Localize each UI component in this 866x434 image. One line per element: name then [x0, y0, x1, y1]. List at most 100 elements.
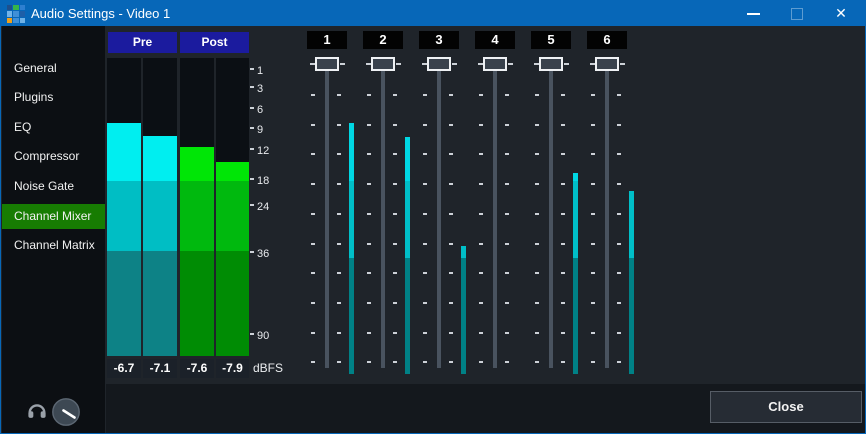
channel-tick — [393, 302, 397, 304]
meter-value: -7.9 — [216, 359, 249, 378]
sidebar-item-channel-mixer[interactable]: Channel Mixer — [2, 204, 105, 229]
channel-tick — [449, 243, 453, 245]
channel-tick — [367, 153, 371, 155]
channel-slider-track-5[interactable] — [549, 64, 553, 368]
channel-tick — [367, 94, 371, 96]
channel-tick — [423, 302, 427, 304]
channel-slider-track-1[interactable] — [325, 64, 329, 368]
slider-handle-dash — [396, 63, 401, 65]
scale-tick — [250, 204, 254, 206]
channel-tick — [367, 302, 371, 304]
maximize-button — [777, 1, 817, 26]
channel-tick — [449, 213, 453, 215]
sidebar-item-noise-gate[interactable]: Noise Gate — [2, 174, 105, 199]
app-icon-square — [13, 18, 18, 23]
scale-label: 1 — [257, 66, 263, 77]
scale-label: 12 — [257, 146, 269, 157]
channel-tick — [393, 332, 397, 334]
channel-slider-handle-1[interactable] — [315, 57, 339, 71]
channel-tick — [561, 213, 565, 215]
channel-slider-track-6[interactable] — [605, 64, 609, 368]
channel-slider-handle-4[interactable] — [483, 57, 507, 71]
channel-slider-handle-6[interactable] — [595, 57, 619, 71]
channel-slider-handle-3[interactable] — [427, 57, 451, 71]
channel-tick — [337, 124, 341, 126]
channel-tick — [449, 361, 453, 363]
minimize-button[interactable] — [733, 1, 773, 26]
channel-tick — [311, 183, 315, 185]
channel-tick — [591, 94, 595, 96]
channel-tick — [423, 124, 427, 126]
meter-bar-segment — [107, 123, 141, 181]
channel-tick — [591, 332, 595, 334]
audio-settings-window: Audio Settings - Video 1 ✕ GeneralPlugin… — [0, 0, 866, 434]
sidebar: General Plugins EQ Compressor Noise Gate Chan… — [2, 26, 105, 434]
channel-tick — [311, 213, 315, 215]
channel-meter-1 — [349, 123, 354, 181]
channel-tick — [311, 302, 315, 304]
channel-tick — [367, 361, 371, 363]
sidebar-item-plugins[interactable]: Plugins — [2, 85, 105, 110]
channel-tick — [393, 183, 397, 185]
scale-tick — [250, 86, 254, 88]
channel-tick — [337, 272, 341, 274]
meter-bar-segment — [107, 251, 141, 356]
channel-tick — [617, 94, 621, 96]
channel-tick — [591, 124, 595, 126]
channel-tick — [367, 213, 371, 215]
headphones-icon[interactable] — [26, 399, 48, 421]
app-icon-square — [7, 5, 12, 10]
sidebar-item-channel-matrix[interactable]: Channel Matrix — [2, 233, 105, 258]
channel-tick — [591, 302, 595, 304]
channel-tick — [337, 183, 341, 185]
channel-meter-6 — [629, 258, 634, 374]
channel-tick — [561, 243, 565, 245]
channel-meter-5 — [573, 173, 578, 181]
meter-bar-segment — [107, 181, 141, 251]
channel-slider-track-4[interactable] — [493, 64, 497, 368]
channel-tick — [337, 94, 341, 96]
channel-tick — [367, 243, 371, 245]
close-window-button[interactable]: ✕ — [821, 1, 861, 26]
scale-label: 24 — [257, 202, 269, 213]
app-icon-square — [7, 11, 12, 16]
channel-tick — [617, 243, 621, 245]
channel-tick — [535, 213, 539, 215]
channel-tick — [337, 243, 341, 245]
scale-tick — [250, 107, 254, 109]
channel-tick — [505, 332, 509, 334]
meter-value: -7.6 — [180, 359, 214, 378]
channel-slider-handle-5[interactable] — [539, 57, 563, 71]
channel-tick — [393, 94, 397, 96]
channel-tick — [367, 272, 371, 274]
channel-tick — [479, 94, 483, 96]
app-icon-square — [13, 5, 18, 10]
scale-tick — [250, 333, 254, 335]
channel-tick — [311, 153, 315, 155]
meter-value: -6.7 — [107, 359, 141, 378]
channel-meter-2 — [405, 258, 410, 374]
scale-label: 3 — [257, 84, 263, 95]
channel-tick — [617, 153, 621, 155]
close-button[interactable]: Close — [710, 391, 862, 423]
meter-bar-segment — [180, 181, 214, 251]
channel-slider-track-2[interactable] — [381, 64, 385, 368]
channel-slider-track-3[interactable] — [437, 64, 441, 368]
meter-bar-segment — [180, 251, 214, 356]
channel-tick — [617, 332, 621, 334]
sidebar-item-eq[interactable]: EQ — [2, 115, 105, 140]
channel-header-5: 5 — [531, 31, 571, 49]
channel-tick — [449, 332, 453, 334]
scale-label: 36 — [257, 249, 269, 260]
sidebar-item-general[interactable]: General — [2, 56, 105, 81]
maximize-icon — [791, 8, 803, 20]
channel-tick — [479, 272, 483, 274]
channel-header-2: 2 — [363, 31, 403, 49]
scale-label: 9 — [257, 125, 263, 136]
channel-meter-1 — [349, 181, 354, 258]
sidebar-item-compressor[interactable]: Compressor — [2, 144, 105, 169]
channel-tick — [535, 361, 539, 363]
monitor-volume-knob[interactable] — [51, 397, 81, 427]
channel-slider-handle-2[interactable] — [371, 57, 395, 71]
channel-tick — [505, 243, 509, 245]
